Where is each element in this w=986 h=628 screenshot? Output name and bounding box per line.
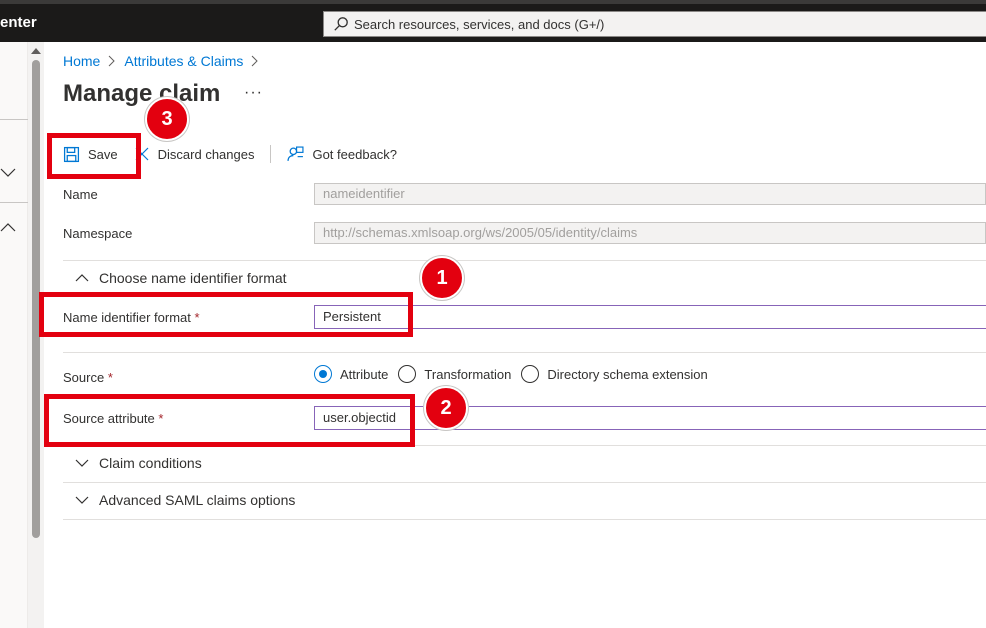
- radio-icon: [398, 365, 417, 383]
- nav-divider: [0, 119, 28, 120]
- breadcrumb-home[interactable]: Home: [63, 53, 100, 69]
- required-marker: *: [107, 370, 113, 385]
- search-placeholder: Search resources, services, and docs (G+…: [354, 16, 605, 32]
- breadcrumb: Home Attributes & Claims: [63, 53, 267, 69]
- radio-label: Transformation: [424, 366, 512, 382]
- highlight-source-attribute: [44, 394, 415, 447]
- page-title: Manage claim: [63, 80, 221, 107]
- global-search[interactable]: Search resources, services, and docs (G+…: [323, 11, 986, 37]
- discard-label: Discard changes: [157, 146, 255, 162]
- section-divider: [63, 260, 986, 261]
- chevron-right-icon: [109, 55, 116, 67]
- name-format-section-toggle[interactable]: Choose name identifier format: [75, 270, 287, 286]
- step-badge-1: 1: [420, 256, 464, 300]
- name-format-section-title: Choose name identifier format: [99, 270, 287, 286]
- source-label: Source *: [63, 370, 113, 385]
- source-option-directory-schema-extension[interactable]: Directory schema extension: [521, 365, 708, 383]
- advanced-saml-title: Advanced SAML claims options: [99, 492, 296, 508]
- scroll-up-arrow[interactable]: [31, 48, 41, 54]
- highlight-name-identifier-format: [39, 292, 413, 337]
- chevron-down-icon: [75, 459, 89, 467]
- breadcrumb-attributes-claims[interactable]: Attributes & Claims: [124, 53, 243, 69]
- feedback-button[interactable]: Got feedback?: [287, 145, 398, 163]
- chevron-down-icon: [75, 496, 89, 504]
- chevron-down-icon[interactable]: [0, 166, 18, 178]
- source-option-attribute[interactable]: Attribute: [314, 365, 388, 383]
- name-identifier-format-dropdown[interactable]: Persistent: [314, 305, 986, 329]
- name-label: Name: [63, 187, 98, 202]
- step-badge-3: 3: [145, 97, 189, 141]
- claim-conditions-toggle[interactable]: Claim conditions: [75, 455, 202, 471]
- advanced-saml-toggle[interactable]: Advanced SAML claims options: [75, 492, 295, 508]
- toolbar-divider: [270, 145, 272, 163]
- discard-changes-button[interactable]: Discard changes: [134, 146, 255, 162]
- left-nav: [0, 42, 28, 628]
- step-badge-2: 2: [424, 386, 468, 430]
- section-divider: [63, 519, 986, 520]
- source-option-transformation[interactable]: Transformation: [398, 365, 511, 383]
- name-field: nameidentifier: [314, 183, 986, 205]
- highlight-save: [47, 133, 141, 179]
- feedback-icon: [287, 145, 304, 161]
- claim-conditions-title: Claim conditions: [99, 455, 202, 471]
- radio-label: Attribute: [340, 366, 389, 382]
- source-radio-group: Attribute Transformation Directory schem…: [314, 365, 718, 383]
- radio-icon: [521, 365, 540, 383]
- radio-label: Directory schema extension: [547, 366, 708, 382]
- more-options-button[interactable]: ···: [244, 84, 263, 102]
- feedback-label: Got feedback?: [312, 146, 398, 162]
- source-label-text: Source: [63, 370, 105, 385]
- namespace-label: Namespace: [63, 226, 133, 241]
- search-icon: [334, 17, 348, 31]
- namespace-field: http://schemas.xmlsoap.org/ws/2005/05/id…: [314, 222, 986, 244]
- section-divider: [63, 482, 986, 483]
- top-bar: enter Search resources, services, and do…: [0, 0, 986, 42]
- chevron-up-icon[interactable]: [0, 222, 18, 234]
- radio-selected-icon: [314, 365, 332, 383]
- nav-divider: [0, 202, 28, 203]
- chevron-right-icon: [252, 55, 259, 67]
- chevron-up-icon: [75, 274, 89, 282]
- section-divider: [63, 352, 986, 353]
- app-title: enter: [0, 14, 37, 31]
